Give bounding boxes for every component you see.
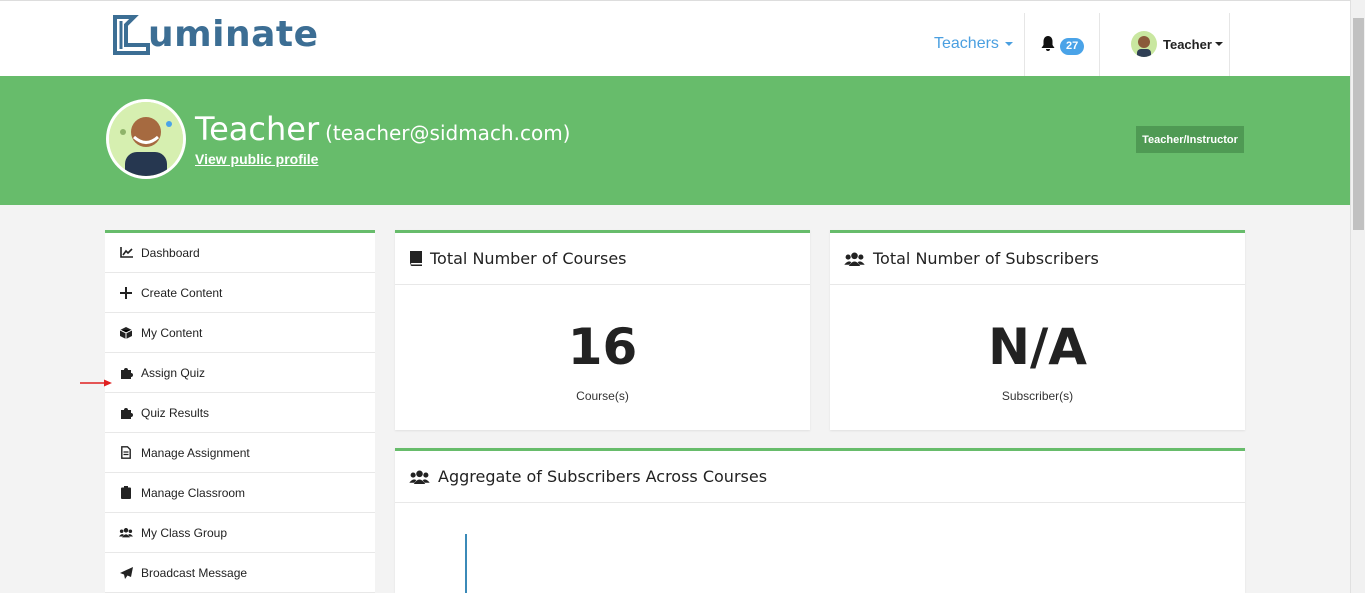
nav-divider: [1024, 13, 1025, 77]
avatar: [1131, 31, 1157, 57]
subscribers-count: N/A: [988, 318, 1087, 376]
total-courses-card: Total Number of Courses 16 Course(s): [395, 230, 810, 430]
sidebar-item-my-class-group[interactable]: My Class Group: [105, 513, 375, 553]
sidebar-item-broadcast-message[interactable]: Broadcast Message: [105, 553, 375, 593]
book-icon: [409, 251, 422, 266]
total-subscribers-card: Total Number of Subscribers N/A Subscrib…: [830, 230, 1245, 430]
user-name-label: Teacher: [1163, 36, 1212, 52]
chart-axis-line: [465, 534, 467, 593]
view-public-profile-link[interactable]: View public profile: [195, 151, 318, 167]
puzzle-icon: [119, 406, 133, 420]
card-title: Aggregate of Subscribers Across Courses: [438, 467, 768, 486]
sidebar-item-my-content[interactable]: My Content: [105, 313, 375, 353]
logo-mark-icon: [112, 15, 150, 55]
luminate-logo[interactable]: uminate: [112, 13, 319, 57]
clipboard-icon: [119, 486, 133, 500]
chevron-down-icon: [1004, 42, 1013, 46]
courses-count: 16: [567, 318, 638, 376]
profile-avatar: [106, 99, 186, 179]
bell-icon: [1040, 35, 1056, 57]
users-icon: [119, 526, 133, 540]
teachers-dropdown[interactable]: Teachers: [934, 35, 1013, 53]
sidebar-item-label: Manage Classroom: [141, 485, 246, 500]
sidebar-item-label: Dashboard: [141, 245, 200, 260]
card-title: Total Number of Courses: [430, 249, 627, 268]
sidebar-item-label: Quiz Results: [141, 405, 210, 420]
sidebar-item-label: Create Content: [141, 285, 223, 300]
puzzle-icon: [119, 366, 133, 380]
notification-count-badge: 27: [1060, 37, 1085, 55]
sidebar-item-label: Broadcast Message: [141, 565, 248, 580]
card-title: Total Number of Subscribers: [873, 249, 1099, 268]
card-header: Total Number of Courses: [395, 233, 810, 285]
sidebar-item-manage-assignment[interactable]: Manage Assignment: [105, 433, 375, 473]
nav-divider: [1099, 13, 1100, 77]
profile-name: Teacher: [195, 110, 320, 148]
profile-banner: Teacher (teacher@sidmach.com) View publi…: [0, 76, 1350, 205]
sidebar-item-create-content[interactable]: Create Content: [105, 273, 375, 313]
courses-unit-label: Course(s): [576, 389, 629, 403]
cube-icon: [119, 326, 133, 340]
page-scrollbar[interactable]: [1350, 0, 1365, 593]
plus-icon: [119, 286, 133, 300]
teachers-label: Teachers: [934, 35, 999, 52]
nav-divider: [1229, 13, 1230, 77]
file-icon: [119, 446, 133, 460]
chart-line-icon: [119, 246, 133, 260]
subscribers-unit-label: Subscriber(s): [1001, 389, 1074, 403]
sidebar-item-quiz-results[interactable]: Quiz Results: [105, 393, 375, 433]
top-navbar: uminate Teachers 27 Teacher: [0, 0, 1350, 77]
sidebar-item-label: My Class Group: [141, 525, 228, 540]
chevron-down-icon: [1214, 42, 1223, 46]
aggregate-subscribers-card: Aggregate of Subscribers Across Courses: [395, 448, 1245, 593]
sidebar-item-label: Assign Quiz: [141, 365, 206, 380]
profile-heading: Teacher (teacher@sidmach.com): [195, 110, 571, 148]
sidebar-item-label: Manage Assignment: [141, 445, 250, 460]
sidebar-item-manage-classroom[interactable]: Manage Classroom: [105, 473, 375, 513]
logo-text: uminate: [148, 14, 319, 55]
users-icon: [844, 252, 865, 266]
users-icon: [409, 470, 430, 484]
sidebar-item-assign-quiz[interactable]: Assign Quiz: [105, 353, 375, 393]
notifications-button[interactable]: 27: [1040, 35, 1085, 57]
annotation-arrow-icon: [80, 374, 112, 387]
card-header: Total Number of Subscribers: [830, 233, 1245, 285]
scrollbar-thumb[interactable]: [1353, 18, 1364, 230]
card-header: Aggregate of Subscribers Across Courses: [395, 451, 1245, 503]
role-badge: Teacher/Instructor: [1136, 126, 1244, 153]
sidebar-menu: Dashboard Create Content My Content Assi…: [105, 230, 375, 593]
sidebar-item-label: My Content: [141, 325, 203, 340]
paper-plane-icon: [119, 566, 133, 580]
profile-email: (teacher@sidmach.com): [325, 121, 571, 145]
user-menu-dropdown[interactable]: Teacher: [1131, 31, 1223, 57]
sidebar-item-dashboard[interactable]: Dashboard: [105, 233, 375, 273]
